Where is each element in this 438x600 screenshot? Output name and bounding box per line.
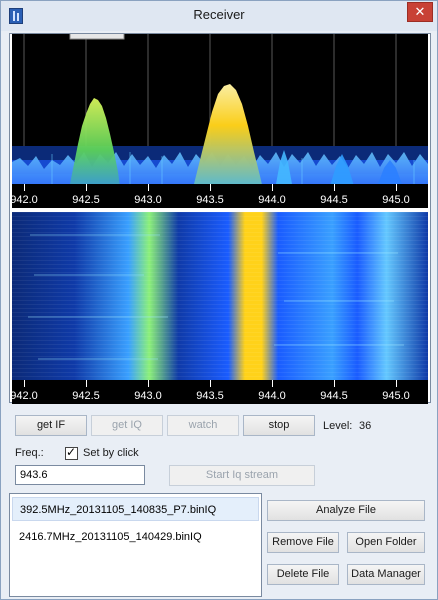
data-manager-button[interactable]: Data Manager	[347, 564, 425, 585]
file-list[interactable]: 392.5MHz_20131105_140835_P7.binIQ 2416.7…	[9, 493, 262, 597]
file-item[interactable]: 2416.7MHz_20131105_140429.binIQ	[12, 525, 259, 549]
start-iq-stream-button[interactable]: Start Iq stream	[169, 465, 315, 486]
controls-area: get IF get IQ watch stop Level: 36 Freq.…	[9, 407, 431, 491]
set-by-click-label: Set by click	[83, 447, 139, 459]
tick-mark	[86, 380, 87, 387]
receiver-window: Receiver ✕ 942.0 942.5 943.0 943.5 944.0…	[0, 0, 438, 600]
analyze-file-button[interactable]: Analyze File	[267, 500, 425, 521]
axis-tick-942-0: 942.0	[10, 194, 38, 206]
spectrum-display[interactable]	[12, 34, 428, 202]
axis-tick-943-0: 943.0	[134, 390, 162, 402]
axis-tick-944-0: 944.0	[258, 390, 286, 402]
freq-label: Freq.:	[15, 447, 44, 459]
axis-tick-943-0: 943.0	[134, 194, 162, 206]
stop-button[interactable]: stop	[243, 415, 315, 436]
axis-tick-943-5: 943.5	[196, 194, 224, 206]
remove-file-button[interactable]: Remove File	[267, 532, 339, 553]
axis-tick-945-0: 945.0	[382, 390, 410, 402]
open-folder-button[interactable]: Open Folder	[347, 532, 425, 553]
delete-file-button[interactable]: Delete File	[267, 564, 339, 585]
get-iq-button[interactable]: get IQ	[91, 415, 163, 436]
tick-mark	[210, 184, 211, 191]
axis-tick-943-5: 943.5	[196, 390, 224, 402]
axis-tick-942-0: 942.0	[10, 390, 38, 402]
waterfall-svg	[12, 212, 428, 400]
spectrum-panel: 942.0 942.5 943.0 943.5 944.0 944.5 945.…	[9, 33, 431, 404]
spectrum-axis: 942.0 942.5 943.0 943.5 944.0 944.5 945.…	[10, 184, 428, 208]
tick-mark	[396, 380, 397, 387]
tick-mark	[272, 184, 273, 191]
file-item[interactable]: 392.5MHz_20131105_140835_P7.binIQ	[12, 497, 259, 521]
title-bar: Receiver ✕	[1, 1, 437, 31]
tick-mark	[272, 380, 273, 387]
window-title: Receiver	[193, 7, 245, 22]
level-label: Level:	[323, 420, 353, 432]
get-if-button[interactable]: get IF	[15, 415, 87, 436]
spectrum-scroll-marker[interactable]	[69, 34, 125, 40]
file-actions: Analyze File Remove File Open Folder Del…	[265, 493, 431, 597]
tick-mark	[148, 184, 149, 191]
tick-mark	[24, 184, 25, 191]
close-button[interactable]: ✕	[407, 2, 433, 22]
tick-mark	[210, 380, 211, 387]
tick-mark	[24, 380, 25, 387]
spectrum-svg	[12, 34, 428, 202]
level-value: 36	[359, 420, 372, 432]
axis-tick-944-0: 944.0	[258, 194, 286, 206]
tick-mark	[148, 380, 149, 387]
axis-tick-942-5: 942.5	[72, 390, 100, 402]
tick-mark	[334, 380, 335, 387]
tick-mark	[396, 184, 397, 191]
axis-tick-942-5: 942.5	[72, 194, 100, 206]
axis-tick-944-5: 944.5	[320, 390, 348, 402]
watch-button[interactable]: watch	[167, 415, 239, 436]
axis-tick-944-5: 944.5	[320, 194, 348, 206]
frequency-input[interactable]: 943.6	[15, 465, 145, 485]
waterfall-axis: 942.0 942.5 943.0 943.5 944.0 944.5 945.…	[10, 380, 428, 404]
set-by-click-checkbox[interactable]	[65, 445, 78, 460]
tick-mark	[334, 184, 335, 191]
tick-mark	[86, 184, 87, 191]
axis-tick-945-0: 945.0	[382, 194, 410, 206]
waterfall-display[interactable]	[12, 212, 428, 400]
